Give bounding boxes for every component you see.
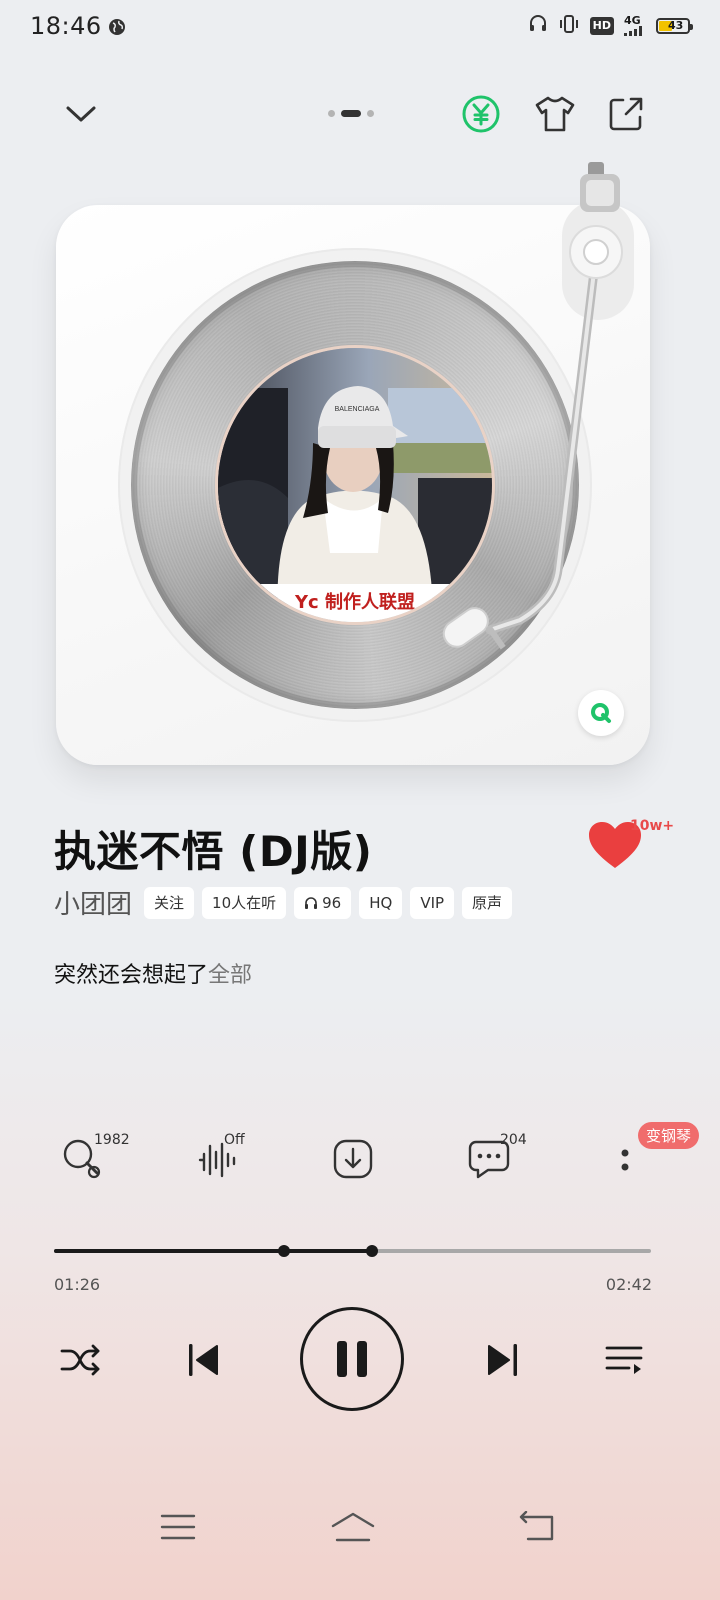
headset-icon — [528, 14, 548, 38]
download-icon — [333, 1139, 373, 1179]
share-button[interactable] — [604, 92, 648, 136]
search-count: 1982 — [94, 1132, 130, 1148]
comment-count: 204 — [500, 1132, 527, 1148]
vip-button[interactable] — [460, 93, 502, 135]
lyric-more-link[interactable]: 全部 — [208, 963, 252, 988]
current-time: 01:26 — [54, 1275, 101, 1294]
listeners-tag[interactable]: 10人在听 — [202, 886, 287, 919]
follow-label: 关注 — [154, 893, 185, 912]
share-icon — [609, 97, 643, 131]
nav-menu-button[interactable] — [148, 1505, 208, 1549]
pause-button[interactable] — [300, 1307, 404, 1411]
original-tag[interactable]: 原声 — [462, 886, 513, 919]
nav-home-button[interactable] — [323, 1505, 383, 1549]
home-icon — [331, 1512, 375, 1542]
qq-music-badge[interactable] — [578, 690, 624, 736]
signal-icon: 4G — [624, 14, 646, 36]
yuan-coin-icon — [462, 95, 500, 133]
chevron-down-icon — [66, 106, 96, 122]
original-label: 原声 — [472, 893, 503, 912]
sound-effect-button[interactable]: Off — [194, 1132, 245, 1184]
next-button[interactable] — [480, 1338, 526, 1382]
effect-state: Off — [224, 1132, 245, 1148]
cap-text: BALENCIAGA — [335, 406, 380, 413]
artist-row: 小团团 关注 10人在听 96 HQ VIP 原声 — [54, 884, 513, 921]
lyric-line[interactable]: 突然还会想起了全部 — [54, 957, 252, 989]
hq-label: HQ — [369, 893, 393, 912]
shuffle-icon — [60, 1344, 100, 1376]
hq-tag[interactable]: HQ — [359, 886, 403, 919]
album-watermark: Yc 制作人联盟 — [294, 591, 415, 613]
page-dot-active — [341, 110, 361, 117]
tonearm[interactable] — [430, 160, 650, 680]
listeners-label: 10人在听 — [212, 893, 277, 912]
next-icon — [488, 1344, 517, 1376]
comments-button[interactable]: 204 — [464, 1132, 527, 1184]
playlist-button[interactable] — [600, 1340, 648, 1380]
vip-tag[interactable]: VIP — [410, 886, 455, 919]
progress-bar[interactable] — [54, 1245, 651, 1257]
status-icons: HD 4G 43 — [528, 14, 693, 38]
like-count: 10w+ — [630, 818, 675, 834]
more-vertical-icon — [621, 1149, 629, 1171]
page-dot — [367, 110, 374, 117]
buffer-marker — [277, 1245, 290, 1257]
artist-name[interactable]: 小团团 — [54, 884, 132, 921]
collapse-button[interactable] — [58, 90, 104, 136]
quality-count-label: 96 — [322, 893, 342, 912]
page-dot — [328, 110, 335, 117]
network-type: 4G — [624, 14, 641, 27]
progress-thumb[interactable] — [365, 1245, 378, 1257]
back-icon — [519, 1511, 554, 1541]
hd-badge: HD — [589, 17, 614, 35]
pause-icon — [337, 1341, 367, 1377]
battery-level: 43 — [668, 19, 684, 32]
headphones-icon — [305, 896, 318, 909]
vibrate-icon — [558, 14, 580, 38]
quality-count-tag[interactable]: 96 — [294, 886, 352, 919]
piano-mode-badge[interactable]: 变钢琴 — [638, 1122, 700, 1149]
progress-played — [54, 1249, 372, 1253]
follow-tag[interactable]: 关注 — [144, 886, 195, 919]
download-button[interactable] — [328, 1134, 378, 1184]
tshirt-icon — [535, 96, 575, 132]
q-logo-icon — [591, 703, 611, 723]
previous-icon — [189, 1344, 218, 1376]
song-title: 执迷不悟 (DJ版) — [54, 827, 373, 876]
skin-button[interactable] — [532, 92, 578, 136]
globe-icon — [108, 18, 126, 40]
shuffle-button[interactable] — [56, 1340, 104, 1380]
nav-back-button[interactable] — [508, 1505, 568, 1549]
battery-icon: 43 — [656, 18, 693, 34]
lyric-text: 突然还会想起了 — [54, 963, 209, 988]
total-time: 02:42 — [605, 1275, 652, 1294]
previous-button[interactable] — [180, 1338, 226, 1382]
vip-label: VIP — [420, 893, 445, 912]
song-search-button[interactable]: 1982 — [58, 1132, 130, 1184]
page-indicator — [328, 110, 374, 117]
status-time: 18:46 — [30, 12, 102, 40]
menu-icon — [160, 1514, 196, 1540]
playlist-icon — [605, 1346, 643, 1374]
